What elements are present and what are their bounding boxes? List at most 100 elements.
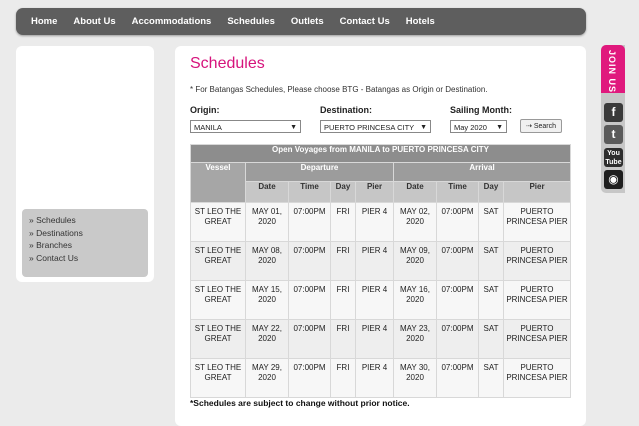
departure-time-cell: 07:00PM (288, 319, 331, 359)
arrival-time-cell: 07:00PM (436, 241, 479, 281)
destination-select-value: PUERTO PRINCESA CITY (324, 123, 415, 132)
social-strip: JOIN US f t You Tube ◉ (601, 45, 625, 193)
table-row: ST LEO THE GREAT MAY 22, 2020 07:00PM FR… (190, 319, 571, 359)
table-row: ST LEO THE GREAT MAY 15, 2020 07:00PM FR… (190, 280, 571, 320)
page-title: Schedules (190, 55, 265, 72)
col-arr-day: Day (478, 181, 504, 203)
arrival-date-cell: MAY 30, 2020 (393, 358, 437, 398)
nav-schedules[interactable]: Schedules (219, 16, 283, 27)
arrival-day-cell: SAT (478, 202, 504, 242)
arrival-header: Arrival (393, 162, 571, 182)
arrival-day-cell: SAT (478, 319, 504, 359)
main-content: Schedules * For Batangas Schedules, Plea… (175, 46, 586, 426)
instagram-icon[interactable]: ◉ (604, 170, 623, 189)
col-dep-time: Time (288, 181, 331, 203)
origin-select[interactable]: MANILA ▼ (190, 120, 301, 133)
arrival-date-cell: MAY 02, 2020 (393, 202, 437, 242)
departure-pier-cell: PIER 4 (355, 358, 394, 398)
departure-date-cell: MAY 08, 2020 (245, 241, 289, 281)
chevron-down-icon: ▼ (420, 124, 427, 131)
nav-contact-us[interactable]: Contact Us (332, 16, 398, 27)
nav-home[interactable]: Home (16, 16, 65, 27)
arrival-day-cell: SAT (478, 241, 504, 281)
departure-time-cell: 07:00PM (288, 358, 331, 398)
table-caption: Open Voyages from MANILA to PUERTO PRINC… (190, 144, 571, 163)
departure-time-cell: 07:00PM (288, 280, 331, 320)
departure-pier-cell: PIER 4 (355, 241, 394, 281)
search-button[interactable]: ⇢ Search (520, 119, 562, 133)
departure-day-cell: FRI (330, 358, 356, 398)
arrival-day-cell: SAT (478, 358, 504, 398)
vessel-cell: ST LEO THE GREAT (190, 280, 246, 320)
departure-day-cell: FRI (330, 280, 356, 320)
batangas-note: * For Batangas Schedules, Please choose … (190, 85, 488, 94)
arrival-date-cell: MAY 09, 2020 (393, 241, 437, 281)
arrival-pier-cell: PUERTO PRINCESA PIER (503, 280, 571, 320)
departure-pier-cell: PIER 4 (355, 202, 394, 242)
sidebar-menu: » Schedules » Destinations » Branches » … (22, 209, 148, 277)
departure-pier-cell: PIER 4 (355, 319, 394, 359)
sidebar-item-schedules[interactable]: » Schedules (29, 214, 148, 227)
chevron-down-icon: ▼ (496, 124, 503, 131)
col-dep-day: Day (330, 181, 356, 203)
arrival-time-cell: 07:00PM (436, 280, 479, 320)
facebook-icon[interactable]: f (604, 103, 623, 122)
sidebar-item-contact-us[interactable]: » Contact Us (29, 252, 148, 265)
departure-day-cell: FRI (330, 202, 356, 242)
arrival-time-cell: 07:00PM (436, 358, 479, 398)
sidebar: » Schedules » Destinations » Branches » … (16, 46, 154, 282)
arrow-right-icon: ⇢ (525, 123, 532, 130)
destination-label: Destination: (320, 105, 373, 115)
vessel-cell: ST LEO THE GREAT (190, 202, 246, 242)
join-us-tab[interactable]: JOIN US (601, 45, 625, 93)
nav-hotels[interactable]: Hotels (398, 16, 443, 27)
arrival-day-cell: SAT (478, 280, 504, 320)
youtube-icon[interactable]: You Tube (604, 148, 623, 167)
join-us-label: JOIN US (607, 50, 617, 94)
col-dep-date: Date (245, 181, 289, 203)
departure-date-cell: MAY 22, 2020 (245, 319, 289, 359)
arrival-pier-cell: PUERTO PRINCESA PIER (503, 241, 571, 281)
youtube-icon-text: You Tube (605, 150, 622, 166)
arrival-pier-cell: PUERTO PRINCESA PIER (503, 319, 571, 359)
col-arr-date: Date (393, 181, 437, 203)
departure-day-cell: FRI (330, 319, 356, 359)
departure-date-cell: MAY 01, 2020 (245, 202, 289, 242)
arrival-date-cell: MAY 16, 2020 (393, 280, 437, 320)
arrival-pier-cell: PUERTO PRINCESA PIER (503, 202, 571, 242)
departure-pier-cell: PIER 4 (355, 280, 394, 320)
departure-date-cell: MAY 29, 2020 (245, 358, 289, 398)
vessel-cell: ST LEO THE GREAT (190, 241, 246, 281)
vessel-header: Vessel (190, 162, 246, 203)
arrival-time-cell: 07:00PM (436, 319, 479, 359)
nav-accommodations[interactable]: Accommodations (124, 16, 220, 27)
sidebar-item-destinations[interactable]: » Destinations (29, 227, 148, 240)
sailing-month-label: Sailing Month: (450, 105, 512, 115)
arrival-time-cell: 07:00PM (436, 202, 479, 242)
col-arr-pier: Pier (503, 181, 571, 203)
table-row: ST LEO THE GREAT MAY 29, 2020 07:00PM FR… (190, 358, 571, 398)
departure-time-cell: 07:00PM (288, 241, 331, 281)
vessel-cell: ST LEO THE GREAT (190, 358, 246, 398)
col-arr-time: Time (436, 181, 479, 203)
nav-outlets[interactable]: Outlets (283, 16, 332, 27)
departure-day-cell: FRI (330, 241, 356, 281)
arrival-date-cell: MAY 23, 2020 (393, 319, 437, 359)
col-dep-pier: Pier (355, 181, 394, 203)
schedule-table: Open Voyages from MANILA to PUERTO PRINC… (190, 144, 571, 398)
departure-header: Departure (245, 162, 394, 182)
nav-about-us[interactable]: About Us (65, 16, 123, 27)
sidebar-item-branches[interactable]: » Branches (29, 239, 148, 252)
departure-time-cell: 07:00PM (288, 202, 331, 242)
table-row: ST LEO THE GREAT MAY 08, 2020 07:00PM FR… (190, 241, 571, 281)
sailing-month-select[interactable]: May 2020 ▼ (450, 120, 507, 133)
table-row: ST LEO THE GREAT MAY 01, 2020 07:00PM FR… (190, 202, 571, 242)
vessel-cell: ST LEO THE GREAT (190, 319, 246, 359)
top-navigation: Home About Us Accommodations Schedules O… (16, 8, 586, 35)
destination-select[interactable]: PUERTO PRINCESA CITY ▼ (320, 120, 431, 133)
schedule-change-footnote: *Schedules are subject to change without… (190, 398, 410, 408)
departure-date-cell: MAY 15, 2020 (245, 280, 289, 320)
twitter-icon[interactable]: t (604, 125, 623, 144)
sailing-month-select-value: May 2020 (454, 123, 487, 132)
origin-select-value: MANILA (194, 123, 222, 132)
